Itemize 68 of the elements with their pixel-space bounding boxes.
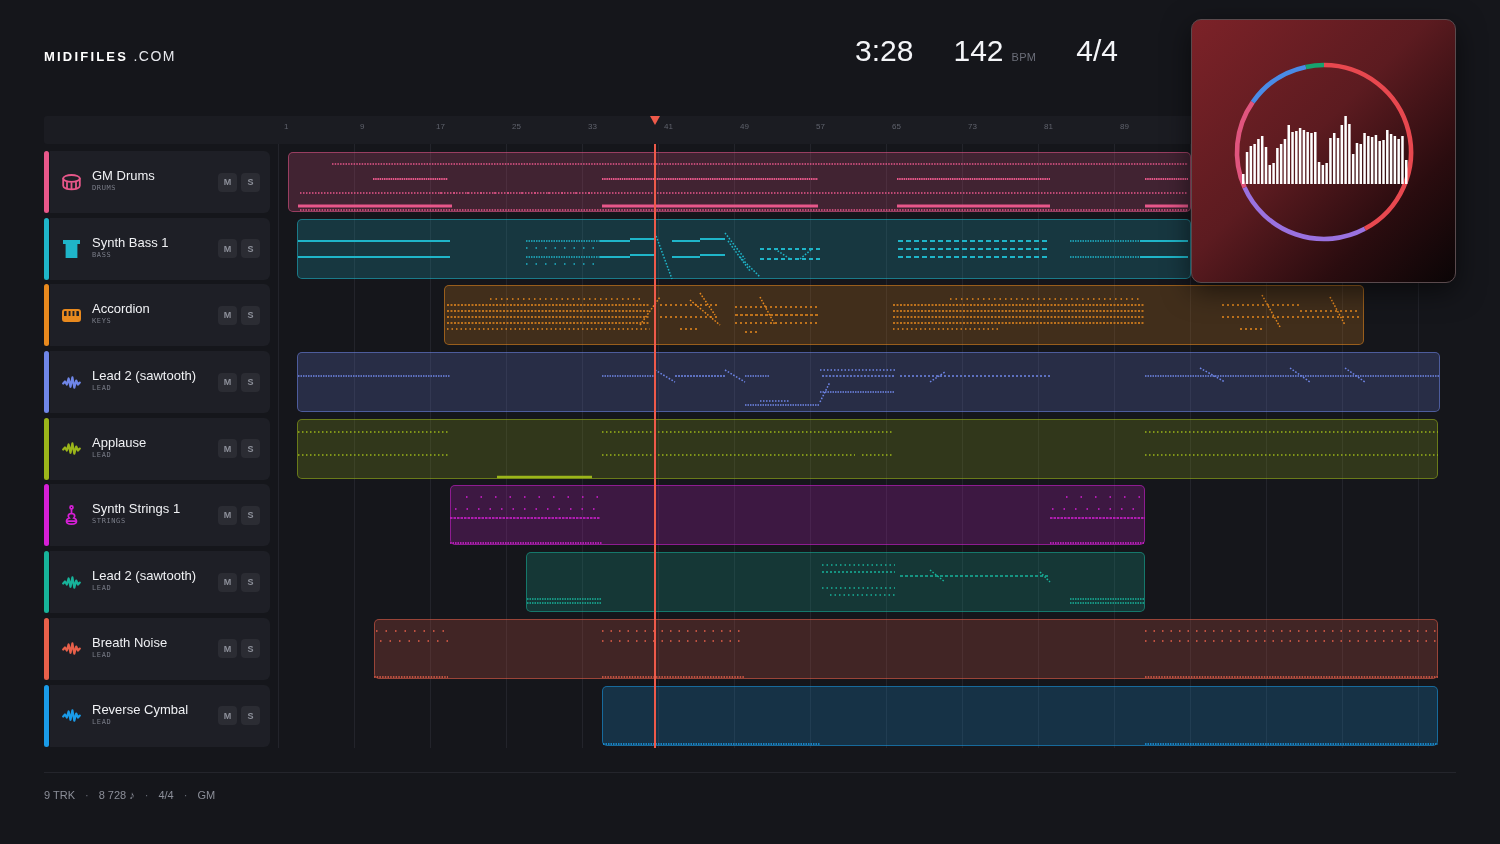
mute-button[interactable]: M (218, 572, 237, 592)
solo-button[interactable]: S (241, 706, 260, 725)
playhead-handle[interactable] (650, 116, 661, 125)
tempo-value: 142 (953, 36, 1004, 66)
mute-button[interactable]: M (218, 505, 237, 525)
bar-number: 1 (284, 121, 289, 133)
mute-button[interactable]: M (218, 305, 237, 325)
solo-button[interactable]: S (241, 305, 260, 325)
mute-button[interactable]: M (218, 172, 237, 192)
track-name: Synth Strings 1 (92, 501, 182, 517)
track-name: Lead 2 (sawtooth) (92, 568, 198, 584)
status-text: 4/4 (158, 788, 174, 801)
solo-button[interactable]: S (241, 372, 260, 392)
violin-icon (65, 505, 78, 526)
bar-number: 65 (892, 121, 901, 133)
waveform-icon (62, 709, 81, 722)
drum-icon (62, 173, 81, 191)
mute-button[interactable]: M (218, 372, 237, 392)
midi-clip[interactable] (288, 152, 1191, 212)
mute-button[interactable]: M (218, 639, 237, 659)
solo-button[interactable]: S (241, 505, 260, 525)
status-text: GM (197, 788, 216, 801)
track-name: Synth Bass 1 (92, 234, 170, 250)
separator-dot: · (144, 788, 149, 801)
separator-dot: · (85, 788, 89, 801)
solo-button[interactable]: S (241, 639, 260, 659)
bar-number: 17 (436, 121, 445, 133)
midi-clip[interactable] (297, 218, 1191, 279)
keyboard-icon (62, 308, 81, 322)
mute-button[interactable]: M (218, 439, 237, 459)
bar-number: 89 (1120, 121, 1129, 133)
separator-dot: · (183, 788, 188, 801)
track-name: Reverse Cymbal (92, 701, 190, 717)
mute-button[interactable]: M (218, 239, 237, 259)
solo-button[interactable]: S (241, 439, 260, 459)
mute-button[interactable]: M (218, 706, 237, 725)
bar-number: 73 (968, 121, 977, 133)
midi-clip[interactable] (450, 485, 1145, 546)
midi-clip[interactable] (526, 552, 1145, 613)
site-logo[interactable]: MIDIFILES .COM (44, 48, 177, 64)
waveform-icon (62, 575, 81, 589)
track-name: Applause (92, 434, 148, 450)
solo-button[interactable]: S (241, 572, 260, 592)
status-text: 9 TRK (44, 788, 75, 801)
block-icon (63, 239, 80, 258)
playback-time: 3:28 (855, 36, 914, 66)
tempo-unit: BPM (1011, 51, 1037, 63)
track-name: Breath Noise (92, 634, 169, 650)
midi-clip[interactable] (297, 418, 1438, 479)
solo-button[interactable]: S (241, 239, 260, 259)
time-signature: 4/4 (1076, 36, 1118, 66)
bar-number: 57 (816, 121, 825, 133)
midi-clip[interactable] (374, 618, 1438, 679)
bar-number: 41 (664, 121, 673, 133)
waveform-icon (62, 375, 81, 389)
track-name: Lead 2 (sawtooth) (92, 368, 198, 384)
track-name: Accordion (92, 301, 151, 317)
track-name: GM Drums (92, 168, 156, 183)
solo-button[interactable]: S (241, 172, 260, 192)
bar-number: 81 (1044, 121, 1053, 133)
midi-clip[interactable] (444, 285, 1364, 346)
status-text: 8 728 ♪ (98, 788, 135, 801)
bar-number: 25 (512, 121, 521, 133)
midi-clip[interactable] (602, 685, 1438, 746)
bar-number: 9 (360, 121, 365, 133)
waveform-icon (62, 442, 81, 456)
waveform-icon (62, 642, 81, 656)
midi-clip[interactable] (297, 352, 1440, 413)
